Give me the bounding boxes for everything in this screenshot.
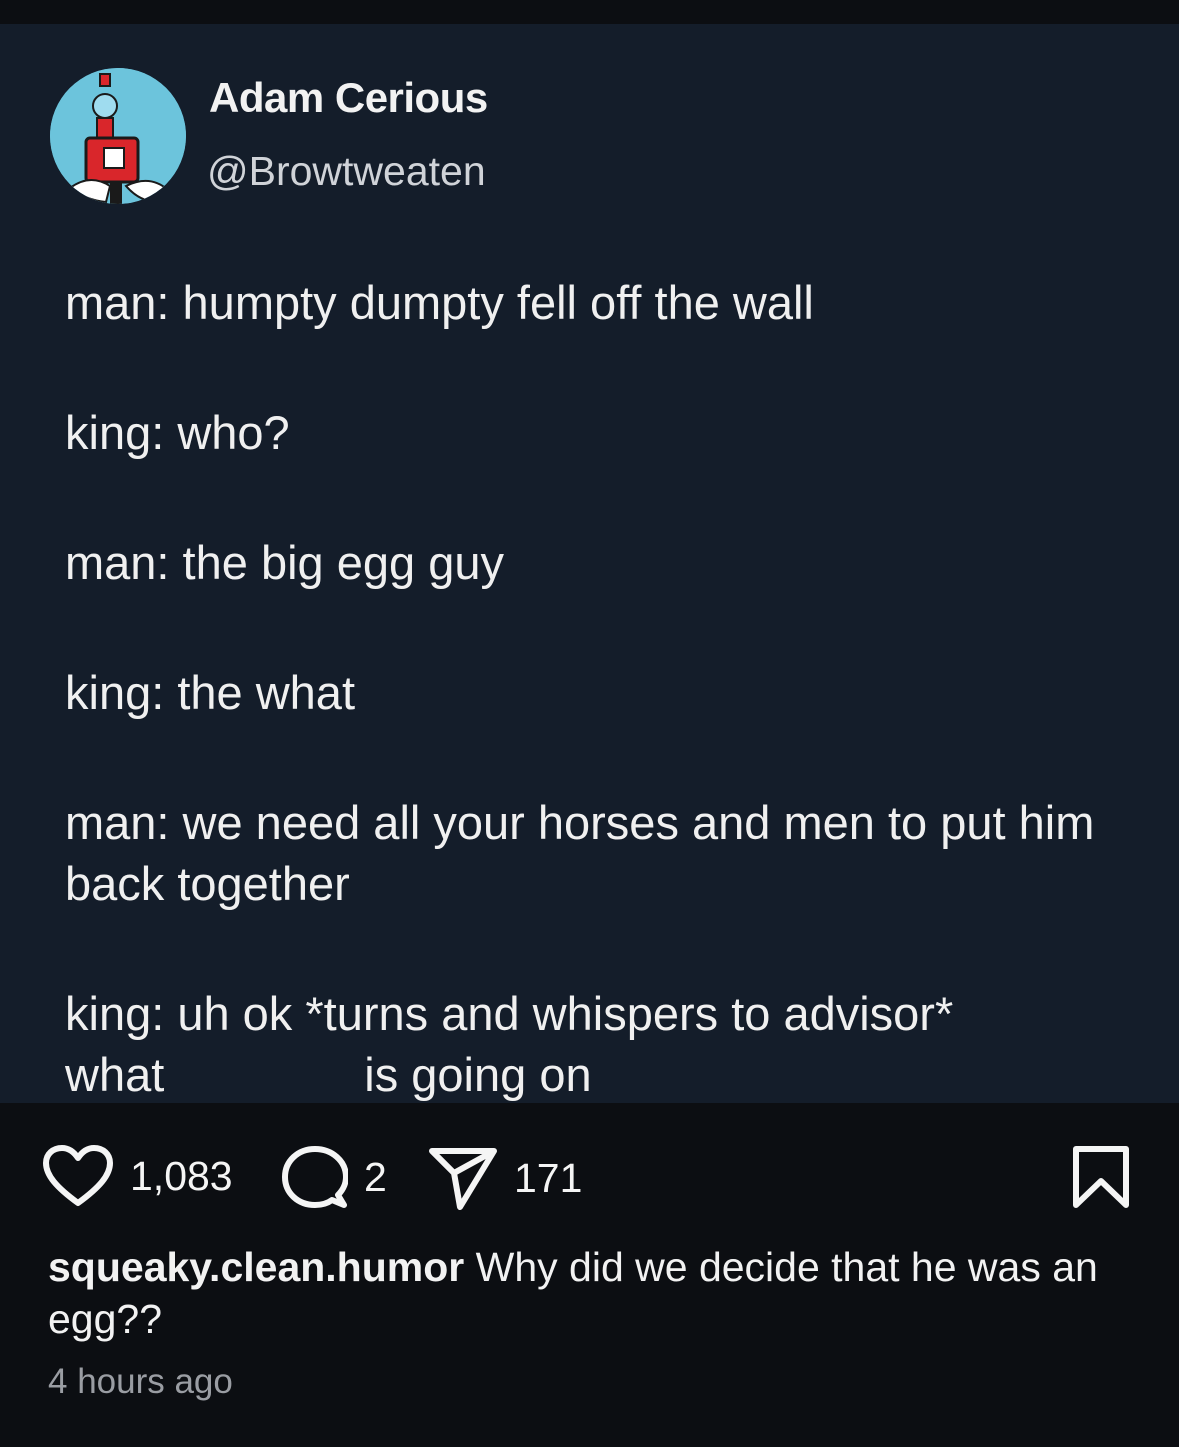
tweet-line: man: the big egg guy bbox=[65, 536, 504, 589]
share-count: 171 bbox=[514, 1154, 583, 1201]
action-bar: 1,083 2 171 bbox=[0, 1103, 1179, 1223]
heart-icon bbox=[43, 1145, 113, 1206]
author-name[interactable]: Adam Cerious bbox=[209, 74, 488, 122]
share-button[interactable]: 171 bbox=[428, 1145, 582, 1211]
tweet-line: man: we need all your horses and men to … bbox=[65, 796, 1095, 910]
comment-count: 2 bbox=[364, 1153, 387, 1200]
caption: squeaky.clean.humor Why did we decide th… bbox=[48, 1241, 1138, 1345]
tweet-line: king: who? bbox=[65, 406, 290, 459]
tweet-image: Adam Cerious @Browtweaten man: humpty du… bbox=[0, 24, 1179, 1103]
comment-icon bbox=[282, 1146, 348, 1208]
caption-username[interactable]: squeaky.clean.humor bbox=[48, 1244, 464, 1290]
tweet-line-part: what bbox=[65, 1048, 165, 1101]
like-button[interactable]: 1,083 bbox=[42, 1145, 233, 1207]
send-icon bbox=[429, 1148, 497, 1210]
like-count: 1,083 bbox=[130, 1152, 233, 1199]
tweet-text: man: humpty dumpty fell off the wall kin… bbox=[65, 272, 1145, 1103]
tweet-line: king: the what bbox=[65, 666, 356, 719]
tweet-line-last: king: uh ok *turns and whispers to advis… bbox=[65, 983, 1145, 1103]
save-button[interactable] bbox=[1072, 1145, 1130, 1209]
bookmark-icon bbox=[1073, 1146, 1129, 1208]
top-strip bbox=[0, 0, 1179, 24]
timestamp: 4 hours ago bbox=[48, 1362, 233, 1401]
tweet-line-part: is going on bbox=[364, 1048, 592, 1101]
tweet-line-part: king: uh ok *turns and whispers to advis… bbox=[65, 987, 954, 1040]
robot-avatar-icon[interactable] bbox=[50, 68, 186, 204]
comment-button[interactable]: 2 bbox=[282, 1145, 387, 1209]
author-handle[interactable]: @Browtweaten bbox=[207, 148, 486, 195]
tweet-line: man: humpty dumpty fell off the wall bbox=[65, 276, 814, 329]
